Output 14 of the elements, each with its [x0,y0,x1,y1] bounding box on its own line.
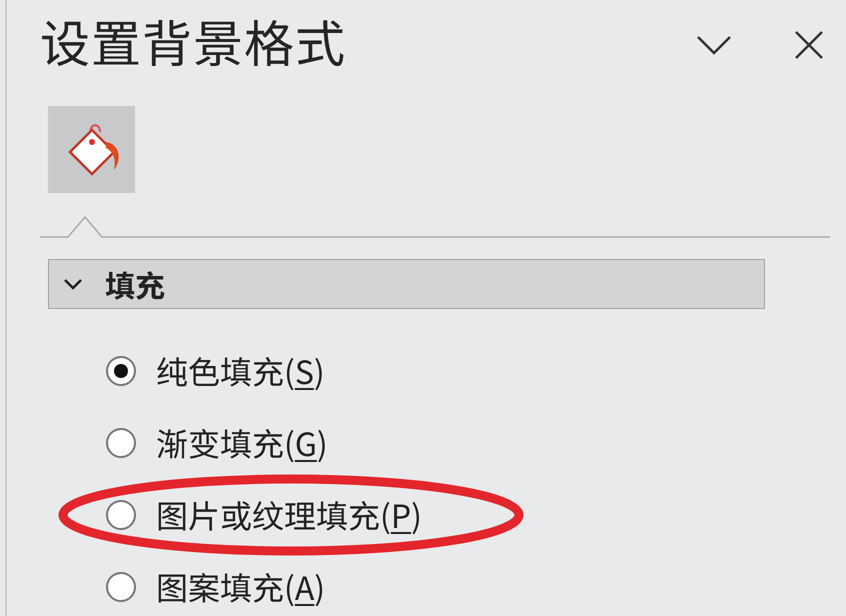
section-title: 填充 [105,262,165,306]
close-icon[interactable] [794,30,824,60]
option-label[interactable]: 图案填充(A) [156,564,326,610]
fill-section-header[interactable]: 填充 [48,259,765,309]
radio-button[interactable] [106,428,136,458]
chevron-down-icon [63,278,83,290]
radio-button[interactable] [106,572,136,602]
option-label[interactable]: 渐变填充(G) [156,420,328,466]
radio-button[interactable] [106,356,136,386]
radio-button[interactable] [106,500,136,530]
fill-tab[interactable] [48,106,135,193]
pane-title: 设置背景格式 [40,5,347,77]
chevron-down-icon[interactable] [696,34,732,56]
option-label[interactable]: 纯色填充(S) [156,348,325,394]
